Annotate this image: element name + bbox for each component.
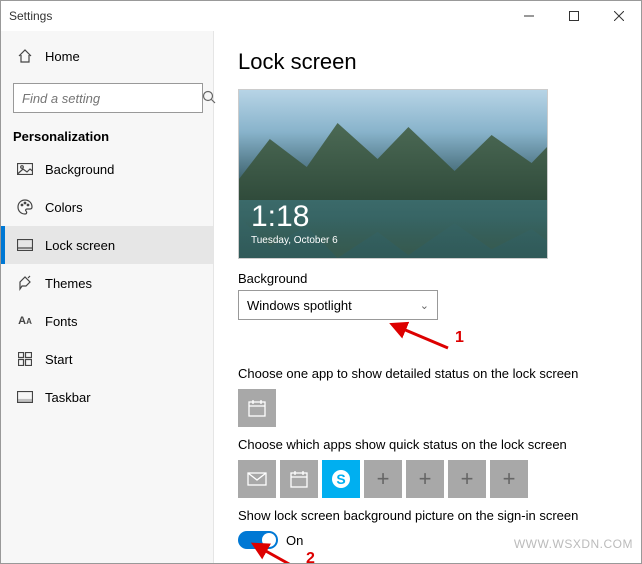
quick-label: Choose which apps show quick status on t…	[238, 437, 617, 452]
search-input[interactable]	[20, 90, 202, 107]
minimize-button[interactable]	[506, 1, 551, 30]
dropdown-value: Windows spotlight	[247, 298, 352, 313]
sidebar-item-fonts[interactable]: AA Fonts	[1, 302, 213, 340]
search-icon	[202, 90, 216, 107]
lockscreen-icon	[13, 239, 37, 251]
search-box[interactable]	[13, 83, 203, 113]
add-tile[interactable]: +	[448, 460, 486, 498]
skype-tile[interactable]: S	[322, 460, 360, 498]
calendar-tile[interactable]	[238, 389, 276, 427]
titlebar: Settings	[1, 1, 641, 31]
background-dropdown[interactable]: Windows spotlight ⌄	[238, 290, 438, 320]
preview-time: 1:18	[251, 200, 309, 234]
page-title: Lock screen	[238, 49, 617, 75]
palette-icon	[13, 199, 37, 215]
home-label: Home	[45, 49, 80, 64]
section-header: Personalization	[1, 121, 213, 150]
annotation-1: 1	[238, 326, 617, 350]
annotation-number-2: 2	[306, 550, 315, 563]
picture-icon	[13, 163, 37, 175]
add-tile[interactable]: +	[490, 460, 528, 498]
sidebar-home[interactable]: Home	[1, 37, 213, 75]
calendar-tile-2[interactable]	[280, 460, 318, 498]
window-title: Settings	[9, 9, 52, 23]
annotation-number-1: 1	[455, 329, 464, 347]
annotation-2: 2	[258, 547, 617, 563]
background-label: Background	[238, 271, 617, 286]
toggle-state: On	[286, 533, 303, 548]
themes-icon	[13, 275, 37, 291]
add-tile[interactable]: +	[364, 460, 402, 498]
start-icon	[13, 352, 37, 366]
svg-text:S: S	[336, 471, 345, 487]
signin-label: Show lock screen background picture on t…	[238, 508, 617, 523]
body: Home Personalization Background	[1, 31, 641, 563]
detailed-label: Choose one app to show detailed status o…	[238, 366, 617, 381]
sidebar-item-taskbar[interactable]: Taskbar	[1, 378, 213, 416]
nav-label: Colors	[45, 200, 83, 215]
sidebar: Home Personalization Background	[1, 31, 214, 563]
close-button[interactable]	[596, 1, 641, 30]
taskbar-icon	[13, 391, 37, 403]
nav-label: Themes	[45, 276, 92, 291]
sidebar-item-start[interactable]: Start	[1, 340, 213, 378]
nav-label: Fonts	[45, 314, 78, 329]
add-tile[interactable]: +	[406, 460, 444, 498]
maximize-button[interactable]	[551, 1, 596, 30]
nav-label: Background	[45, 162, 114, 177]
home-icon	[13, 48, 37, 64]
fonts-icon: AA	[13, 315, 37, 327]
search-wrap	[1, 75, 213, 121]
lockscreen-preview: 1:18 Tuesday, October 6	[238, 89, 548, 259]
preview-date: Tuesday, October 6	[251, 235, 338, 246]
nav-label: Lock screen	[45, 238, 115, 253]
sidebar-item-colors[interactable]: Colors	[1, 188, 213, 226]
quick-tiles: S + + + +	[238, 460, 617, 498]
window-buttons	[506, 1, 641, 30]
nav-label: Start	[45, 352, 72, 367]
settings-window: Settings Home	[0, 0, 642, 564]
sidebar-item-background[interactable]: Background	[1, 150, 213, 188]
mail-tile[interactable]	[238, 460, 276, 498]
sidebar-item-lockscreen[interactable]: Lock screen	[1, 226, 213, 264]
nav-label: Taskbar	[45, 390, 91, 405]
chevron-down-icon: ⌄	[420, 299, 429, 312]
detailed-tiles	[238, 389, 617, 427]
sidebar-item-themes[interactable]: Themes	[1, 264, 213, 302]
content: Lock screen 1:18 Tuesday, October 6 Back…	[214, 31, 641, 563]
